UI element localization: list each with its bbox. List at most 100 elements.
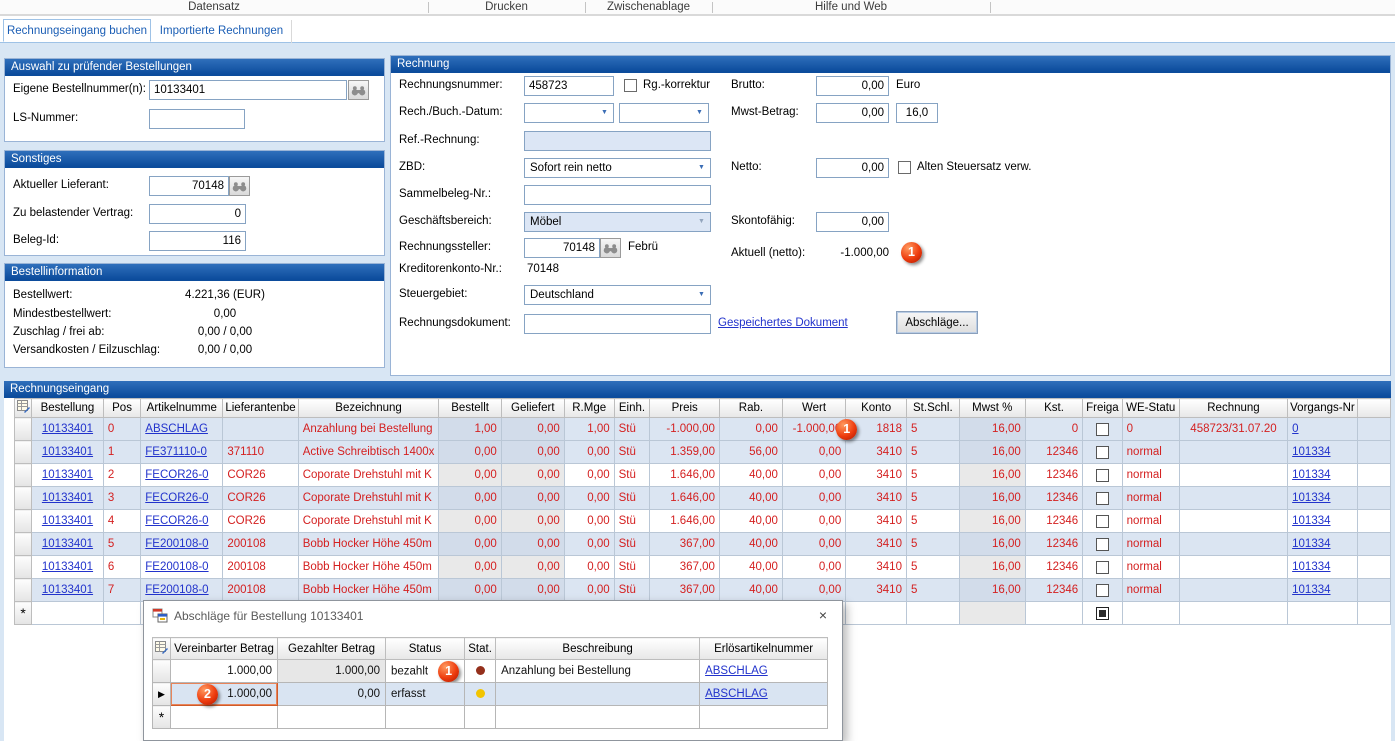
table-cell[interactable]: 0,00 — [439, 487, 501, 510]
table-cell[interactable]: 3 — [103, 487, 140, 510]
table-cell[interactable]: 5 — [906, 510, 959, 533]
table-cell[interactable]: 40,00 — [719, 510, 782, 533]
table-cell[interactable]: 10133401 — [32, 556, 104, 579]
table-cell[interactable]: 101334 — [1288, 579, 1358, 602]
table-cell[interactable]: 16,00 — [959, 533, 1025, 556]
table-cell[interactable]: 101334 — [1288, 556, 1358, 579]
vorgang-link[interactable]: 101334 — [1292, 469, 1330, 481]
table-cell[interactable] — [1179, 533, 1287, 556]
table-cell[interactable] — [465, 683, 496, 706]
table-cell[interactable]: 0,00 — [782, 464, 845, 487]
table-cell[interactable]: 0,00 — [278, 683, 386, 706]
table-cell[interactable]: Stü — [614, 441, 650, 464]
table-cell[interactable]: Bobb Hocker Höhe 450m — [298, 579, 439, 602]
table-cell[interactable]: normal — [1122, 464, 1179, 487]
table-cell[interactable]: 12346 — [1025, 487, 1082, 510]
table-cell[interactable]: 101334 — [1288, 441, 1358, 464]
table-cell[interactable]: 0,00 — [439, 510, 501, 533]
table-cell[interactable] — [1357, 418, 1390, 441]
bestellung-link[interactable]: 10133401 — [42, 584, 93, 596]
table-cell[interactable] — [1357, 533, 1390, 556]
table-cell[interactable]: FECOR26-0 — [141, 510, 223, 533]
table-cell[interactable] — [1179, 487, 1287, 510]
table-cell[interactable]: FECOR26-0 — [141, 487, 223, 510]
table-cell[interactable]: 1.000,00 — [278, 660, 386, 683]
mwst-satz-input[interactable] — [896, 103, 938, 123]
table-cell[interactable]: 40,00 — [719, 464, 782, 487]
table-cell[interactable]: 5 — [906, 533, 959, 556]
table-cell[interactable] — [1357, 510, 1390, 533]
table-cell[interactable]: 10133401 — [32, 418, 104, 441]
table-cell[interactable]: 1.646,00 — [650, 487, 720, 510]
table-cell[interactable]: 200108 — [223, 533, 298, 556]
table-cell[interactable] — [1179, 464, 1287, 487]
table-cell[interactable]: 0,00 — [564, 556, 614, 579]
artikel-link[interactable]: FE200108-0 — [145, 561, 208, 573]
table-cell[interactable] — [223, 418, 298, 441]
table-cell[interactable]: 40,00 — [719, 556, 782, 579]
table-cell[interactable]: 5 — [906, 579, 959, 602]
close-icon[interactable]: × — [814, 606, 832, 624]
table-cell[interactable]: 1.000,002 — [171, 683, 278, 706]
table-cell[interactable] — [1357, 464, 1390, 487]
table-cell[interactable] — [1179, 602, 1287, 625]
table-cell[interactable]: -1.000,001 — [782, 418, 845, 441]
bestellung-link[interactable]: 10133401 — [42, 492, 93, 504]
table-cell[interactable] — [1357, 487, 1390, 510]
table-cell[interactable]: 4 — [103, 510, 140, 533]
table-cell[interactable]: 16,00 — [959, 556, 1025, 579]
table-cell[interactable]: 371110 — [223, 441, 298, 464]
table-cell[interactable]: normal — [1122, 533, 1179, 556]
table-cell[interactable] — [32, 602, 104, 625]
table-cell[interactable]: 16,00 — [959, 510, 1025, 533]
table-cell[interactable]: Bobb Hocker Höhe 450m — [298, 556, 439, 579]
table-cell[interactable]: 0,00 — [501, 533, 564, 556]
rechnungsdatum-combo[interactable]: ▼ — [524, 103, 614, 123]
table-cell[interactable]: Stü — [614, 579, 650, 602]
table-cell[interactable] — [700, 706, 828, 729]
freigabe-checkbox[interactable] — [1096, 561, 1109, 574]
bestellung-link[interactable]: 10133401 — [42, 561, 93, 573]
table-cell[interactable]: 0,00 — [782, 579, 845, 602]
table-cell[interactable]: normal — [1122, 510, 1179, 533]
netto-input[interactable] — [816, 158, 889, 178]
freigabe-checkbox[interactable] — [1096, 538, 1109, 551]
table-cell[interactable]: 7 — [103, 579, 140, 602]
table-cell[interactable]: 200108 — [223, 556, 298, 579]
table-cell[interactable]: ABSCHLAG — [700, 660, 828, 683]
skonto-input[interactable] — [816, 212, 889, 232]
table-cell[interactable]: 367,00 — [650, 533, 720, 556]
table-cell[interactable] — [1083, 418, 1122, 441]
table-cell[interactable]: Coporate Drehstuhl mit K — [298, 487, 439, 510]
table-cell[interactable] — [1122, 602, 1179, 625]
table-cell[interactable]: 10133401 — [32, 487, 104, 510]
table-cell[interactable]: 40,00 — [719, 533, 782, 556]
table-cell[interactable]: 5 — [103, 533, 140, 556]
steuergebiet-combo[interactable]: Deutschland▼ — [524, 285, 711, 305]
table-cell[interactable]: 16,00 — [959, 579, 1025, 602]
table-cell[interactable]: 1.359,00 — [650, 441, 720, 464]
tab-importierte-rechnungen[interactable]: Importierte Rechnungen — [152, 20, 292, 43]
table-cell[interactable]: Anzahlung bei Bestellung — [496, 660, 700, 683]
table-cell[interactable] — [906, 602, 959, 625]
table-cell[interactable]: 5 — [906, 418, 959, 441]
table-cell[interactable]: normal — [1122, 487, 1179, 510]
bestellung-link[interactable]: 10133401 — [42, 446, 93, 458]
freigabe-checkbox[interactable] — [1096, 515, 1109, 528]
bestellung-link[interactable]: 10133401 — [42, 469, 93, 481]
table-cell[interactable]: FE200108-0 — [141, 579, 223, 602]
table-cell[interactable]: Stü — [614, 487, 650, 510]
dialog-title-bar[interactable]: Abschläge für Bestellung 10133401 × — [144, 601, 842, 631]
table-cell[interactable]: Stü — [614, 533, 650, 556]
table-cell[interactable]: 10133401 — [32, 533, 104, 556]
table-cell[interactable]: 3410 — [846, 533, 907, 556]
artikel-link[interactable]: FECOR26-0 — [145, 492, 208, 504]
table-cell[interactable] — [465, 706, 496, 729]
table-cell[interactable]: 101334 — [1288, 510, 1358, 533]
table-cell[interactable]: 0,00 — [782, 510, 845, 533]
table-cell[interactable] — [959, 602, 1025, 625]
table-cell[interactable]: 101334 — [1288, 487, 1358, 510]
table-cell[interactable] — [1179, 556, 1287, 579]
table-cell[interactable] — [1357, 602, 1390, 625]
table-cell[interactable]: 367,00 — [650, 556, 720, 579]
